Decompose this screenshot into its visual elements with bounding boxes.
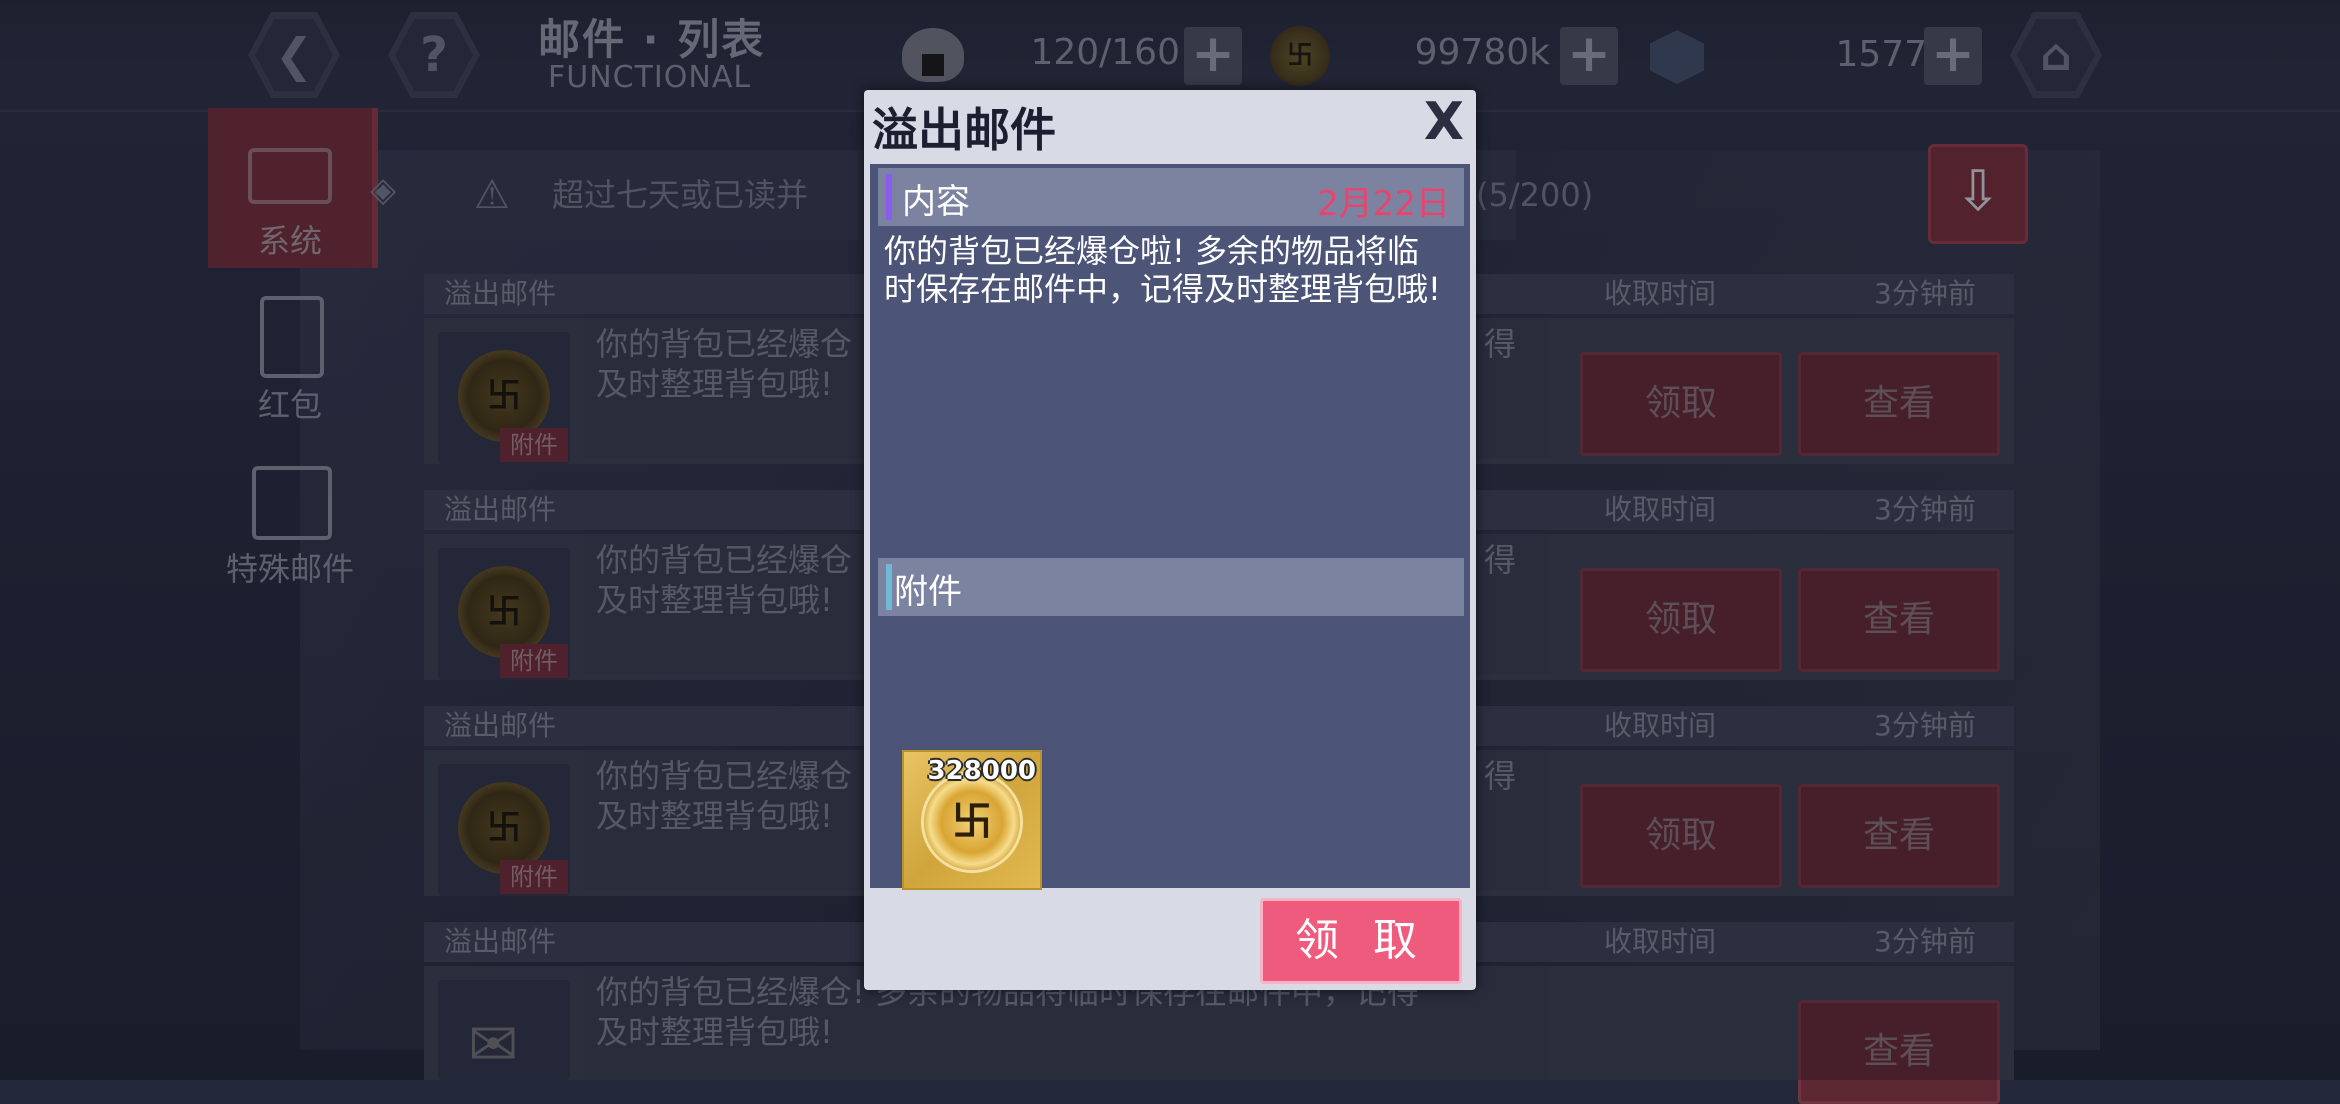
attachment-section-header: 附件	[878, 558, 1464, 616]
section-accent-bar	[886, 564, 892, 610]
claim-button[interactable]: 领 取	[1260, 898, 1462, 984]
attachment-label: 附件	[894, 572, 962, 612]
section-accent-bar	[886, 174, 892, 220]
gold-coin-icon: 卐	[924, 774, 1020, 870]
dialog-title: 溢出邮件	[872, 103, 1056, 157]
content-section-header: 内容 2月22日	[878, 168, 1464, 226]
overflow-mail-dialog: 溢出邮件 X 内容 2月22日 你的背包已经爆仓啦! 多余的物品将临时保存在邮件…	[864, 90, 1476, 990]
mail-date: 2月22日	[1317, 184, 1450, 224]
attachment-item[interactable]: 卐 328000	[902, 750, 1042, 890]
attachment-count: 328000	[927, 756, 1036, 786]
content-label: 内容	[902, 182, 970, 222]
mail-content-text: 你的背包已经爆仓啦! 多余的物品将临时保存在邮件中，记得及时整理背包哦!	[884, 232, 1441, 308]
dialog-body: 内容 2月22日 你的背包已经爆仓啦! 多余的物品将临时保存在邮件中，记得及时整…	[870, 164, 1470, 890]
close-button[interactable]: X	[1424, 92, 1464, 152]
